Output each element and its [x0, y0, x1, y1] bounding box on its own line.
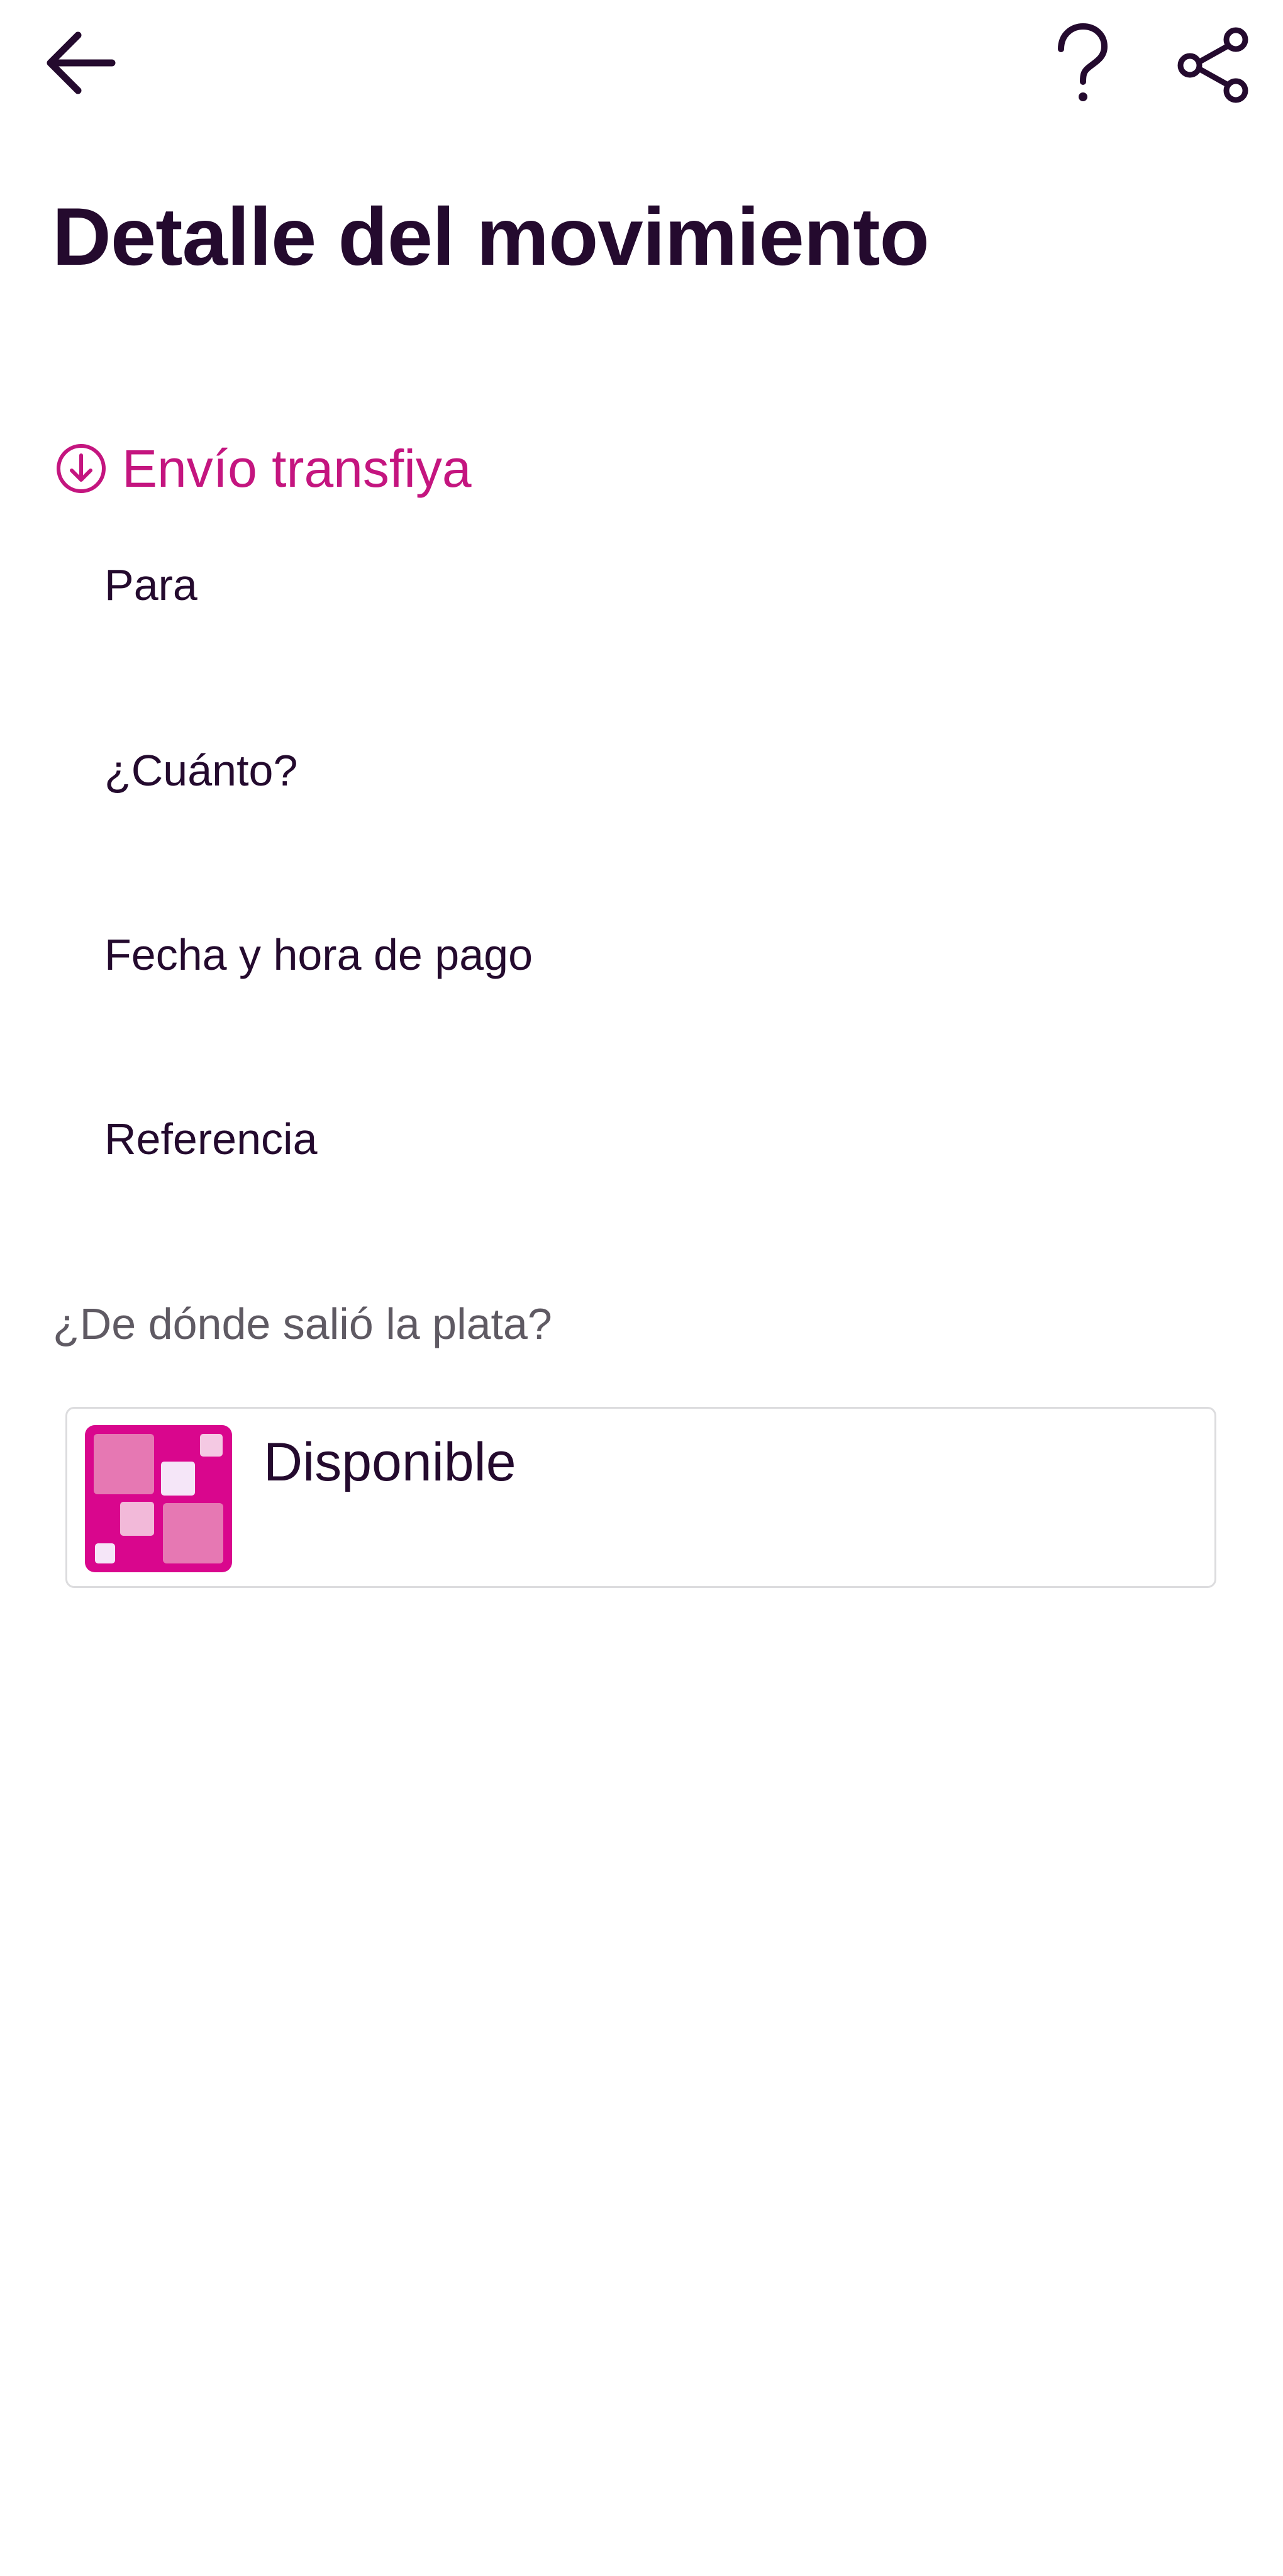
back-button[interactable] — [38, 25, 126, 101]
pink-squares-pocket-icon — [85, 1425, 232, 1572]
payment-datetime-label: Fecha y hora de pago — [104, 930, 533, 979]
share-button[interactable] — [1167, 19, 1261, 107]
source-question: ¿De dónde salió la plata? — [53, 1299, 552, 1348]
amount-label: ¿Cuánto? — [104, 746, 298, 795]
arrow-left-icon — [47, 31, 116, 94]
recipient-label: Para — [104, 560, 197, 609]
reference-label: Referencia — [104, 1114, 318, 1163]
transaction-type-label: Envío transfiya — [122, 439, 472, 498]
question-mark-icon — [1058, 23, 1108, 101]
arrow-down-circle-icon — [57, 444, 106, 493]
transaction-type: Envío transfiya — [55, 434, 472, 503]
source-account-card[interactable]: Disponible — [65, 1407, 1216, 1588]
page-title: Detalle del movimiento — [52, 191, 930, 282]
share-icon — [1177, 27, 1248, 103]
help-button[interactable] — [1038, 19, 1126, 107]
source-account-label: Disponible — [264, 1432, 516, 1492]
